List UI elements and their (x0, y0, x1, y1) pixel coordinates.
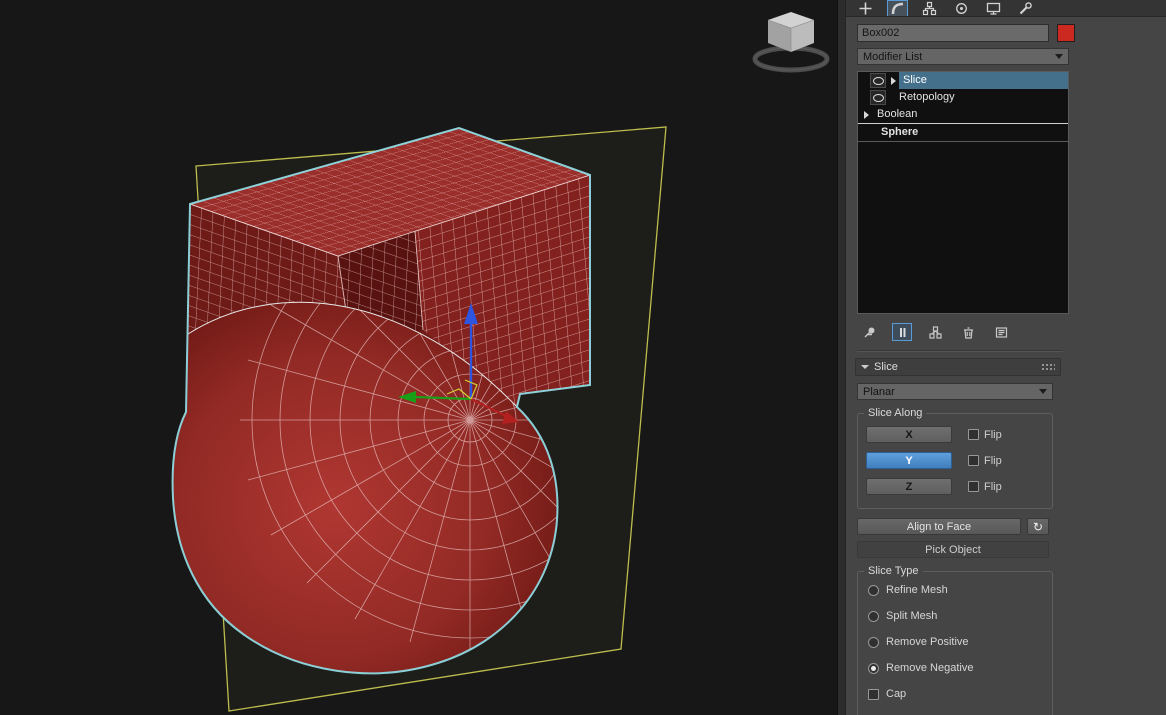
axis-z-button[interactable]: Z (866, 478, 952, 495)
axis-y-button[interactable]: Y (866, 452, 952, 469)
option-label: Split Mesh (886, 610, 937, 622)
radio-checked-icon[interactable] (868, 663, 879, 674)
slice-along-label: Slice Along (864, 407, 926, 419)
display-tab-icon[interactable] (984, 1, 1003, 16)
remove-modifier-icon[interactable] (958, 323, 978, 341)
radio-icon[interactable] (868, 637, 879, 648)
utilities-tab-icon[interactable] (1016, 1, 1035, 16)
app-window: Modifier List Slice Retopology Boolean S… (0, 0, 1166, 715)
show-end-result-icon[interactable] (892, 323, 912, 341)
expand-arrow-icon[interactable] (864, 111, 869, 119)
viewport-canvas[interactable] (0, 0, 837, 715)
create-tab-icon[interactable] (856, 1, 875, 16)
stack-item-slice[interactable]: Slice (858, 72, 1068, 89)
command-panel: Modifier List Slice Retopology Boolean S… (846, 0, 1166, 715)
panel-divider (857, 350, 1063, 352)
object-name-row (857, 24, 1166, 42)
stack-item-label: Boolean (873, 106, 921, 123)
axis-row-x: X Flip (866, 426, 1046, 443)
stack-item-boolean[interactable]: Boolean (858, 106, 1068, 123)
axis-row-z: Z Flip (866, 478, 1046, 495)
axis-row-y: Y Flip (866, 452, 1046, 469)
chevron-down-icon (1039, 389, 1047, 394)
stack-item-label: Slice (899, 72, 1068, 89)
slice-mode-dropdown[interactable]: Planar (857, 383, 1053, 400)
flip-y-checkbox[interactable] (968, 455, 979, 466)
modifier-list-label: Modifier List (863, 51, 1055, 63)
panel-splitter[interactable] (837, 0, 846, 715)
option-cap[interactable]: Cap (868, 688, 1046, 700)
cap-checkbox[interactable] (868, 689, 879, 700)
make-unique-icon[interactable] (925, 323, 945, 341)
hierarchy-tab-icon[interactable] (920, 1, 939, 16)
radio-icon[interactable] (868, 611, 879, 622)
refresh-icon[interactable]: ↻ (1027, 518, 1049, 535)
object-color-swatch[interactable] (1057, 24, 1075, 42)
slice-type-group: Slice Type Refine Mesh Split Mesh Remove… (857, 571, 1053, 715)
stack-empty-area (858, 142, 1068, 313)
rollout-header-slice[interactable]: Slice (855, 358, 1061, 376)
flip-label: Flip (984, 455, 1002, 467)
align-row: Align to Face ↻ (857, 518, 1061, 535)
rollout-open-icon (861, 365, 869, 369)
radio-icon[interactable] (868, 585, 879, 596)
visibility-toggle[interactable] (870, 73, 886, 88)
object-name-input[interactable] (857, 24, 1049, 42)
flip-label: Flip (984, 429, 1002, 441)
option-label: Remove Positive (886, 636, 969, 648)
rollout-title: Slice (874, 361, 1041, 373)
modifier-stack[interactable]: Slice Retopology Boolean Sphere (857, 71, 1069, 314)
flip-x-checkbox[interactable] (968, 429, 979, 440)
modifier-list-dropdown[interactable]: Modifier List (857, 48, 1069, 65)
pick-object-button[interactable]: Pick Object (857, 541, 1049, 558)
stack-toolbar (859, 322, 1166, 342)
stack-item-sphere[interactable]: Sphere (858, 123, 1068, 142)
command-panel-tabs (846, 0, 1166, 17)
viewport[interactable] (0, 0, 837, 715)
eye-icon (873, 94, 884, 102)
expand-arrow-icon[interactable] (891, 77, 896, 85)
visibility-toggle[interactable] (870, 90, 886, 105)
flip-label: Flip (984, 481, 1002, 493)
eye-icon (873, 77, 884, 85)
align-to-face-button[interactable]: Align to Face (857, 518, 1021, 535)
drag-grip-icon[interactable] (1041, 363, 1055, 371)
option-remove-negative[interactable]: Remove Negative (868, 662, 1046, 674)
chevron-down-icon (1055, 54, 1063, 59)
stack-item-label: Retopology (895, 89, 959, 106)
stack-item-label: Sphere (858, 124, 922, 141)
option-label: Refine Mesh (886, 584, 948, 596)
slice-along-group: Slice Along X Flip Y Flip Z Flip (857, 413, 1053, 509)
modify-tab-icon[interactable] (888, 1, 907, 16)
option-refine-mesh[interactable]: Refine Mesh (868, 584, 1046, 596)
slice-rollout: Slice Planar Slice Along X Flip Y Flip (855, 358, 1061, 715)
slice-type-label: Slice Type (864, 565, 923, 577)
pin-stack-icon[interactable] (859, 323, 879, 341)
motion-tab-icon[interactable] (952, 1, 971, 16)
option-split-mesh[interactable]: Split Mesh (868, 610, 1046, 622)
option-label: Cap (886, 688, 906, 700)
stack-item-retopology[interactable]: Retopology (858, 89, 1068, 106)
flip-z-checkbox[interactable] (968, 481, 979, 492)
option-remove-positive[interactable]: Remove Positive (868, 636, 1046, 648)
axis-x-button[interactable]: X (866, 426, 952, 443)
slice-mode-value: Planar (863, 386, 1039, 398)
configure-modifier-sets-icon[interactable] (991, 323, 1011, 341)
option-label: Remove Negative (886, 662, 973, 674)
